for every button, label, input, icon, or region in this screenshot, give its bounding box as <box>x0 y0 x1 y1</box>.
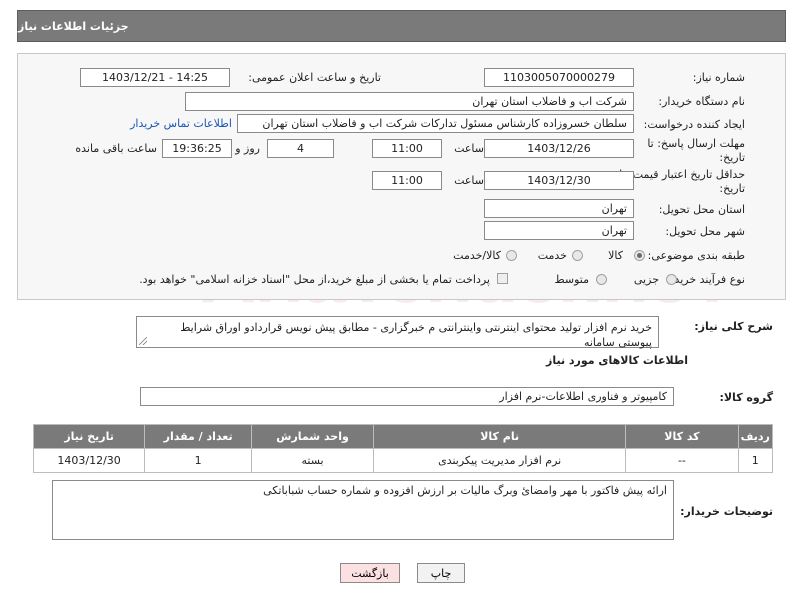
col-code: کد کالا <box>625 424 739 449</box>
province-field: تهران <box>484 199 634 218</box>
col-unit: واحد شمارش <box>251 424 374 449</box>
goods-group-field: کامپیوتر و فناوری اطلاعات-نرم افزار <box>140 387 674 406</box>
category-option-goods: کالا <box>608 249 623 262</box>
buyer-notes-label: توضیحات خریدار: <box>680 505 773 518</box>
deadline-label: مهلت ارسال پاسخ: تا <box>647 137 745 150</box>
process-radio-medium[interactable] <box>596 274 607 285</box>
process-radio-minor[interactable] <box>666 274 677 285</box>
process-option-medium: متوسط <box>554 273 589 286</box>
remaining-time-field: 19:36:25 <box>162 139 232 158</box>
deadline-time-label: ساعت <box>454 142 484 155</box>
days-label: روز و <box>235 142 260 155</box>
cell-row: 1 <box>737 448 774 473</box>
city-field: تهران <box>484 221 634 240</box>
category-option-service: خدمت <box>537 249 567 262</box>
treasury-checkbox[interactable] <box>497 273 508 284</box>
buyer-contact-link[interactable]: اطلاعات تماس خریدار <box>130 117 232 130</box>
description-text: خرید نرم افزار تولید محتوای اینترنتی وای… <box>180 321 652 349</box>
table-row: 1 -- نرم افزار مدیریت پیکربندی بسته 1 14… <box>32 448 774 473</box>
category-radio-service[interactable] <box>572 250 583 261</box>
announce-label: تاریخ و ساعت اعلان عمومی: <box>248 71 381 84</box>
days-field: 4 <box>267 139 334 158</box>
description-label: شرح کلی نیاز: <box>694 320 773 333</box>
cell-need-date: 1403/12/30 <box>32 448 146 473</box>
deadline-date-label: تاریخ: <box>719 151 745 164</box>
category-radio-goods[interactable] <box>634 250 645 261</box>
col-need-date: تاریخ نیاز <box>32 424 146 449</box>
category-label: طبقه بندی موضوعی: <box>647 249 745 262</box>
price-validity-time-label: ساعت <box>454 174 484 187</box>
col-row: ردیف <box>737 424 774 449</box>
price-validity-time-field: 11:00 <box>372 171 442 190</box>
col-quantity: تعداد / مقدار <box>144 424 253 449</box>
buyer-notes-field: ارائه پیش فاکتور با مهر وامضائ وبرگ مالی… <box>52 480 674 540</box>
deadline-time-field: 11:00 <box>372 139 442 158</box>
creator-field: سلطان خسروزاده کارشناس مسئول تدارکات شرک… <box>237 114 634 133</box>
cell-name: نرم افزار مدیریت پیکربندی <box>372 448 627 473</box>
category-option-goods-service: کالا/خدمت <box>453 249 501 262</box>
goods-section-title: اطلاعات کالاهای مورد نیاز <box>546 354 688 367</box>
buyer-org-field: شرکت اب و فاضلاب استان تهران <box>185 92 634 111</box>
description-field[interactable]: خرید نرم افزار تولید محتوای اینترنتی وای… <box>136 316 659 349</box>
process-label: نوع فرآیند خرید : <box>667 273 745 286</box>
price-validity-label: حداقل تاریخ اعتبار قیمت: تا <box>619 168 745 181</box>
city-label: شهر محل تحویل: <box>665 225 745 238</box>
cell-unit: بسته <box>251 448 374 473</box>
goods-table-header: ردیف کد کالا نام کالا واحد شمارش تعداد /… <box>32 424 774 449</box>
treasury-note: پرداخت تمام یا بخشی از مبلغ خرید،از محل … <box>139 273 490 286</box>
announce-field: 1403/12/21 - 14:25 <box>80 68 230 87</box>
deadline-date-field: 1403/12/26 <box>484 139 634 158</box>
category-radio-goods-service[interactable] <box>506 250 517 261</box>
goods-table: ردیف کد کالا نام کالا واحد شمارش تعداد /… <box>32 424 774 473</box>
buyer-notes-text: ارائه پیش فاکتور با مهر وامضائ وبرگ مالی… <box>263 484 667 497</box>
remaining-label: ساعت باقی مانده <box>75 142 157 155</box>
need-number-field: 1103005070000279 <box>484 68 634 87</box>
need-number-label: شماره نیاز: <box>692 71 745 84</box>
goods-group-label: گروه کالا: <box>719 391 773 404</box>
price-validity-date-field: 1403/12/30 <box>484 171 634 190</box>
price-validity-date-label: تاریخ: <box>719 182 745 195</box>
back-button[interactable]: بازگشت <box>340 563 400 583</box>
page-header: جزئیات اطلاعات نیاز <box>17 10 786 42</box>
page-title: جزئیات اطلاعات نیاز <box>18 19 129 33</box>
province-label: استان محل تحویل: <box>658 203 745 216</box>
cell-quantity: 1 <box>144 448 253 473</box>
print-button[interactable]: چاپ <box>417 563 465 583</box>
buyer-org-label: نام دستگاه خریدار: <box>658 95 745 108</box>
creator-label: ایجاد کننده درخواست: <box>643 118 745 131</box>
resize-grip-icon[interactable] <box>139 337 147 345</box>
col-name: نام کالا <box>372 424 627 449</box>
cell-code: -- <box>625 448 739 473</box>
process-option-minor: جزیی <box>633 273 659 286</box>
